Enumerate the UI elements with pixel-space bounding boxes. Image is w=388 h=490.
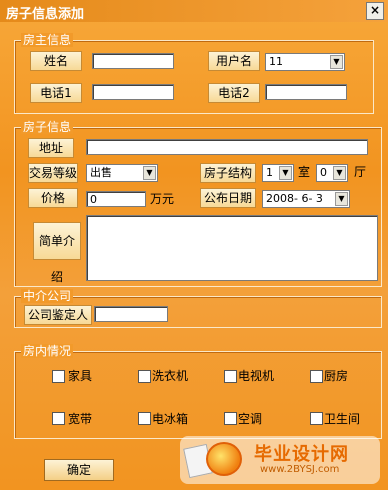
watermark-url: www.2BYSJ.com: [260, 464, 340, 475]
furniture-label: 家具: [68, 369, 93, 383]
phone2-input[interactable]: [265, 84, 347, 100]
rooms-value: 1: [266, 166, 273, 179]
structure-label: 房子结构: [200, 163, 256, 183]
agency-legend: 中介公司: [21, 289, 74, 303]
owner-info-legend: 房主信息: [21, 33, 74, 47]
bathroom-label: 卫生间: [324, 412, 361, 426]
washer-checkbox[interactable]: [138, 370, 151, 383]
chevron-down-icon[interactable]: ▼: [330, 55, 343, 69]
chevron-down-icon[interactable]: ▼: [335, 192, 348, 206]
trade-label: 交易等级: [28, 163, 78, 183]
trade-select[interactable]: 出售 ▼: [86, 164, 158, 182]
username-value: 11: [269, 55, 283, 68]
tv-checkbox[interactable]: [224, 370, 237, 383]
window-title: 房子信息添加: [6, 7, 85, 22]
appraiser-input[interactable]: [94, 306, 168, 322]
washer-label: 洗衣机: [152, 369, 189, 383]
facilities-legend: 房内情况: [21, 344, 74, 358]
appraiser-label: 公司鉴定人: [24, 305, 92, 325]
chevron-down-icon[interactable]: ▼: [143, 166, 156, 180]
price-label: 价格: [28, 188, 78, 208]
close-button[interactable]: ×: [366, 2, 384, 20]
intro-label: 简单介绍: [33, 222, 81, 284]
chevron-down-icon[interactable]: ▼: [333, 166, 346, 180]
date-value: 2008- 6- 3: [266, 192, 323, 205]
ac-checkbox[interactable]: [224, 412, 237, 425]
fridge-checkbox[interactable]: [138, 412, 151, 425]
phone2-label: 电话2: [208, 83, 260, 103]
watermark-logo: 毕业设计网 www.2BYSJ.com: [180, 436, 380, 484]
watermark-title: 毕业设计网: [254, 444, 349, 465]
price-input[interactable]: 0: [86, 191, 146, 207]
username-label: 用户名: [208, 51, 260, 71]
name-label: 姓名: [30, 51, 82, 71]
chevron-down-icon[interactable]: ▼: [279, 166, 292, 180]
phone1-label: 电话1: [30, 83, 82, 103]
broadband-checkbox[interactable]: [52, 412, 65, 425]
trade-value: 出售: [90, 166, 112, 179]
furniture-checkbox[interactable]: [52, 370, 65, 383]
halls-select[interactable]: 0 ▼: [316, 164, 348, 182]
address-input[interactable]: [86, 139, 368, 155]
ac-label: 空调: [238, 412, 263, 426]
username-select[interactable]: 11 ▼: [265, 53, 345, 71]
rooms-select[interactable]: 1 ▼: [262, 164, 294, 182]
kitchen-label: 厨房: [324, 369, 349, 383]
intro-textarea[interactable]: [86, 215, 378, 281]
fish-logo-icon: [206, 442, 242, 476]
broadband-label: 宽带: [68, 412, 93, 426]
tv-label: 电视机: [238, 369, 275, 383]
date-picker[interactable]: 2008- 6- 3 ▼: [262, 190, 350, 208]
house-add-window: 房子信息添加 × 房主信息 姓名 用户名 11 ▼ 电话1 电话2 房子信息 地…: [0, 0, 388, 490]
room-unit: 室: [298, 165, 311, 179]
bathroom-checkbox[interactable]: [310, 412, 323, 425]
price-unit: 万元: [150, 192, 175, 206]
address-label: 地址: [28, 138, 74, 158]
phone1-input[interactable]: [92, 84, 174, 100]
date-label: 公布日期: [200, 188, 256, 208]
fridge-label: 电冰箱: [152, 412, 189, 426]
title-bar[interactable]: 房子信息添加 ×: [0, 0, 388, 22]
halls-value: 0: [320, 166, 327, 179]
name-input[interactable]: [92, 53, 174, 69]
kitchen-checkbox[interactable]: [310, 370, 323, 383]
house-info-legend: 房子信息: [21, 120, 74, 134]
confirm-button[interactable]: 确定: [44, 459, 114, 481]
hall-unit: 厅: [354, 165, 367, 179]
